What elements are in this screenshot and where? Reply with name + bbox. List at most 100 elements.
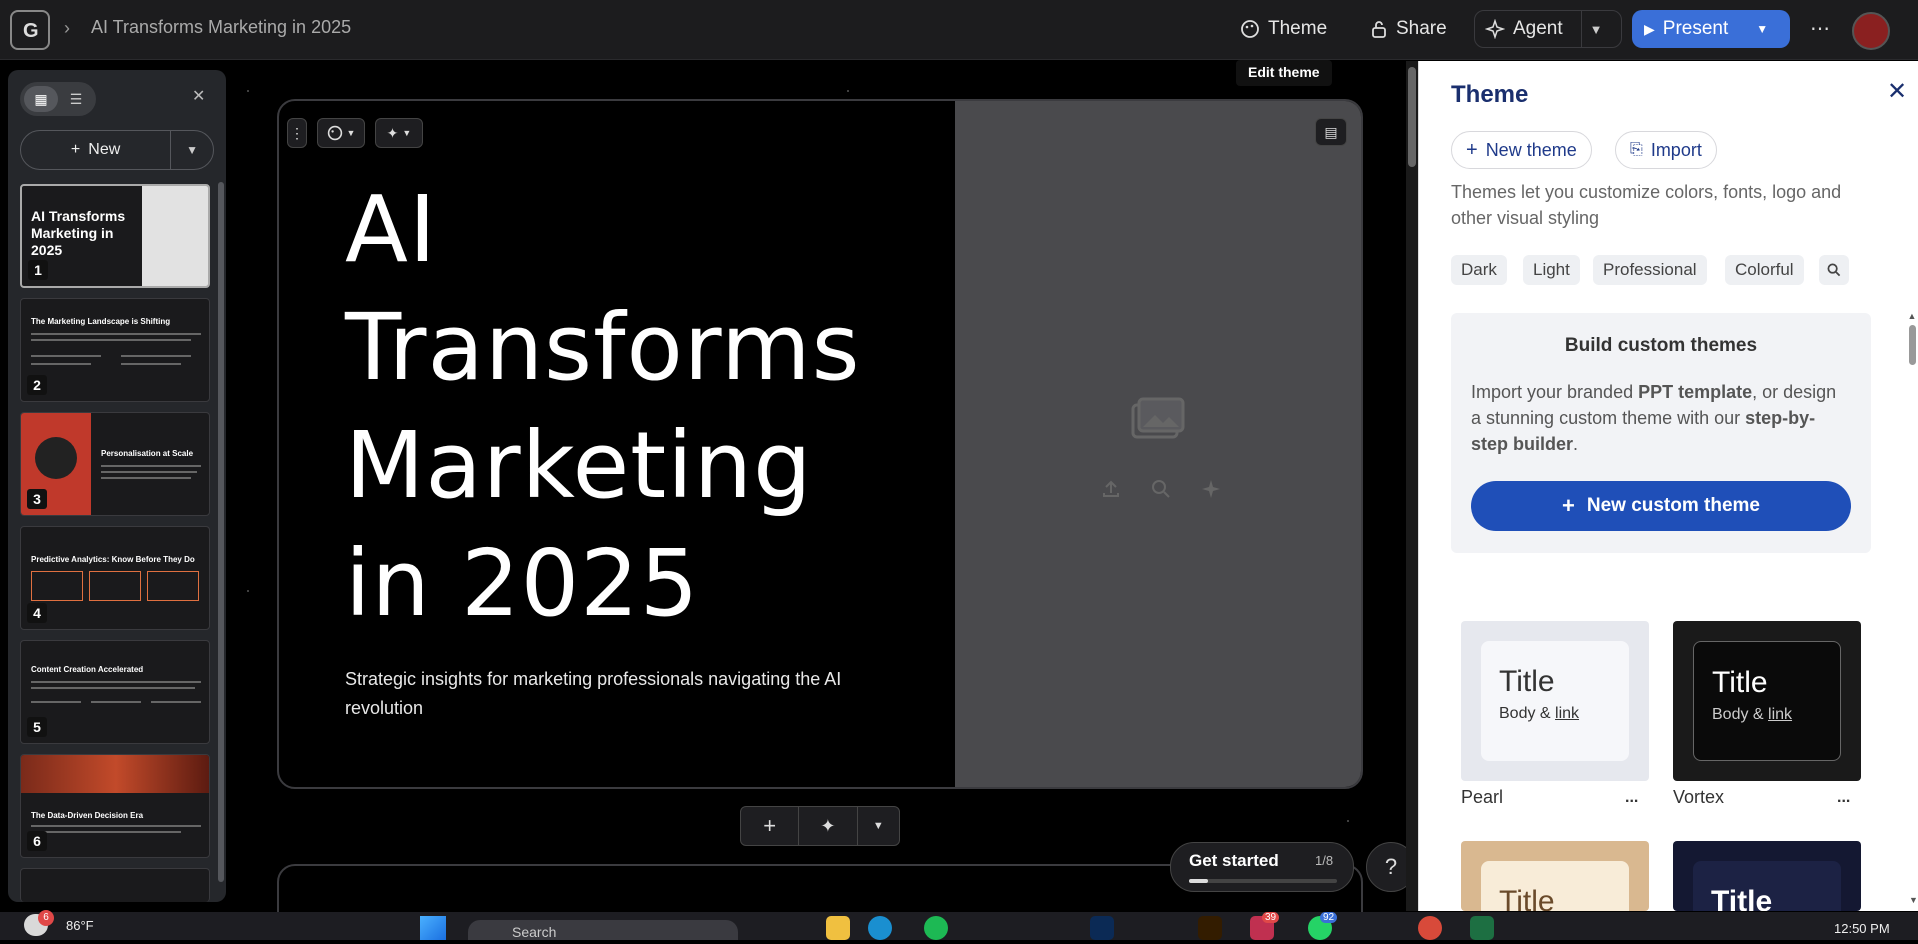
slide-number: 1	[28, 260, 48, 280]
theme-more-options-icon[interactable]: ...	[1625, 789, 1638, 807]
illustrator-icon[interactable]	[1198, 916, 1222, 940]
agent-chevron-down-icon[interactable]: ▼	[1590, 22, 1603, 37]
canvas-scrollbar-thumb[interactable]	[1408, 67, 1416, 167]
document-title[interactable]: AI Transforms Marketing in 2025	[91, 17, 351, 38]
body-text: Body &	[1499, 705, 1556, 722]
spotify-icon[interactable]	[924, 916, 948, 940]
get-started-progress-bar	[1189, 879, 1337, 883]
thumbnail-card	[31, 571, 83, 601]
slide-thumbnail-1[interactable]: AI Transforms Marketing in 2025 1	[20, 184, 210, 288]
canvas-scrollbar[interactable]	[1406, 61, 1418, 911]
ai-edit-button[interactable]: ✦ ▼	[375, 118, 423, 148]
panel-heading: Theme	[1451, 81, 1529, 108]
theme-card-pearl[interactable]: Title Body & link	[1461, 621, 1649, 781]
filter-professional[interactable]: Professional	[1593, 255, 1707, 285]
thumbnail-title: The Data-Driven Decision Era	[31, 811, 144, 820]
whatsapp-icon[interactable]: 92	[1308, 912, 1338, 940]
weather-widget[interactable]: 6 86°F	[24, 910, 94, 936]
add-card-plus-icon[interactable]: +	[741, 813, 798, 839]
thumbnail-text-line	[31, 333, 201, 335]
card-menu-icon[interactable]: ⋮	[287, 118, 307, 148]
search-image-icon[interactable]	[1151, 479, 1171, 499]
slide-thumbnail-7[interactable]	[20, 868, 210, 902]
import-button[interactable]: ⎘ Import	[1615, 131, 1717, 169]
new-chevron-down-icon[interactable]: ▼	[171, 143, 213, 157]
scroll-up-icon[interactable]: ▲	[1907, 311, 1917, 321]
theme-more-options-icon[interactable]: ...	[1837, 789, 1850, 807]
close-panel-icon[interactable]: ✕	[1887, 77, 1907, 106]
new-custom-theme-button[interactable]: + New custom theme	[1471, 481, 1851, 531]
get-started-label: Get started	[1189, 851, 1279, 870]
chrome-icon[interactable]	[1418, 916, 1442, 940]
generate-image-icon[interactable]	[1201, 479, 1221, 499]
taskbar-search[interactable]: Search	[468, 920, 738, 940]
more-options-icon[interactable]: ⋯	[1810, 16, 1830, 41]
agent-button[interactable]: Agent ▼	[1474, 10, 1622, 48]
thumbnail-text-line	[31, 681, 201, 683]
thumbnail-text-line	[151, 701, 201, 703]
body-text: Body &	[1712, 706, 1769, 723]
present-button[interactable]: ▶ Present ▼	[1632, 10, 1790, 48]
start-button[interactable]	[420, 916, 446, 940]
theme-card-3[interactable]: Title	[1461, 841, 1649, 911]
get-started-widget[interactable]: Get started 1/8	[1170, 842, 1354, 892]
app-logo-icon[interactable]: G	[10, 10, 50, 50]
import-icon: ⎘	[1630, 141, 1643, 158]
slide-subtitle[interactable]: Strategic insights for marketing profess…	[345, 665, 905, 723]
avatar[interactable]	[1852, 12, 1890, 50]
card-style-button[interactable]: ▼	[317, 118, 365, 148]
add-card-toolbar: + ✦ ▼	[740, 806, 900, 846]
close-sidebar-icon[interactable]: ✕	[192, 86, 205, 106]
filter-colorful[interactable]: Colorful	[1725, 255, 1804, 285]
slide-thumbnail-6[interactable]: The Data-Driven Decision Era 6	[20, 754, 210, 858]
theme-button[interactable]: Theme	[1240, 10, 1327, 48]
theme-card-vortex[interactable]: Title Body & link	[1673, 621, 1861, 781]
image-placeholder[interactable]: ▤	[955, 101, 1361, 787]
slide-card[interactable]: ▤ ⋮ ▼ ✦ ▼ AI Transforms Marketing in 202…	[277, 99, 1363, 789]
list-view-icon[interactable]: ☰	[60, 86, 92, 112]
present-chevron-down-icon[interactable]: ▼	[1756, 22, 1768, 36]
thumbnail-text-line	[31, 339, 191, 341]
filter-search-icon[interactable]	[1819, 255, 1849, 285]
sidebar-scrollbar[interactable]	[218, 182, 224, 882]
custom-themes-box: Build custom themes Import your branded …	[1451, 313, 1871, 553]
svg-text:G: G	[23, 20, 39, 41]
speaker-notes-icon[interactable]: ▤	[1315, 118, 1347, 146]
photoshop-icon[interactable]	[1090, 916, 1114, 940]
theme-preview: Title	[1693, 861, 1841, 911]
theme-preview: Title Body & link	[1693, 641, 1841, 761]
filter-dark[interactable]: Dark	[1451, 255, 1507, 285]
chevron-down-icon: ▼	[346, 128, 356, 138]
slide-title[interactable]: AI Transforms Marketing in 2025	[345, 171, 905, 643]
upload-icon[interactable]	[1101, 479, 1121, 499]
new-theme-button[interactable]: + New theme	[1451, 131, 1592, 169]
theme-preview-body: Body & link	[1499, 705, 1611, 723]
panel-scrollbar-thumb[interactable]	[1908, 325, 1916, 365]
filter-light[interactable]: Light	[1523, 255, 1580, 285]
theme-card-4[interactable]: Title	[1673, 841, 1861, 911]
palette-icon	[1241, 20, 1259, 38]
edge-icon[interactable]	[868, 916, 892, 940]
slide-thumbnail-2[interactable]: The Marketing Landscape is Shifting 2	[20, 298, 210, 402]
theme-preview-title: Title	[1712, 666, 1768, 699]
slide-thumbnail-4[interactable]: Predictive Analytics: Know Before They D…	[20, 526, 210, 630]
app-icon-badged[interactable]: 39	[1250, 912, 1280, 940]
agent-divider	[1580, 10, 1582, 48]
add-card-chevron-down-icon[interactable]: ▼	[858, 820, 899, 832]
slide-thumbnail-3[interactable]: Personalisation at Scale 3	[20, 412, 210, 516]
search-placeholder: Search	[512, 924, 557, 940]
excel-icon[interactable]	[1470, 916, 1494, 940]
thumbnail-title: Personalisation at Scale	[101, 449, 194, 458]
panel-scrollbar[interactable]: ▲	[1907, 311, 1917, 911]
file-explorer-icon[interactable]	[826, 916, 850, 940]
new-slide-button[interactable]: + New ▼	[20, 130, 214, 170]
share-button[interactable]: Share	[1370, 10, 1447, 48]
slide-thumbnail-5[interactable]: Content Creation Accelerated 5	[20, 640, 210, 744]
ai-add-card-icon[interactable]: ✦	[799, 816, 856, 837]
thumbnail-text-line	[101, 477, 191, 479]
theme-name-pearl: Pearl	[1461, 787, 1504, 807]
thumbnail-text-line	[31, 825, 201, 827]
grid-view-icon[interactable]: ▦	[24, 86, 58, 112]
scroll-down-icon[interactable]: ▼	[1909, 895, 1918, 905]
thumbnail-card	[89, 571, 141, 601]
